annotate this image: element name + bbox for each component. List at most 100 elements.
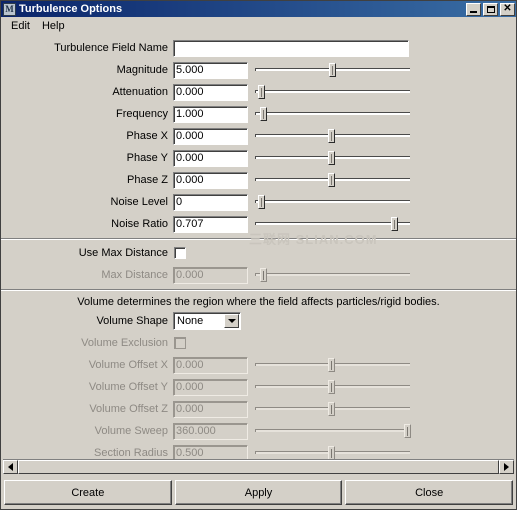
volume-note: Volume determines the region where the f… bbox=[77, 296, 440, 308]
volume-shape-value: None bbox=[177, 315, 204, 327]
slider-handle[interactable] bbox=[327, 172, 335, 187]
menu-item-help[interactable]: Help bbox=[38, 19, 73, 33]
horizontal-scrollbar[interactable] bbox=[3, 459, 514, 474]
slider-track bbox=[255, 199, 410, 203]
close-dialog-button[interactable]: Close bbox=[345, 480, 514, 505]
slider-handle bbox=[327, 357, 335, 372]
options-form: Turbulence Field Name Magnitude 5.000 Atte… bbox=[1, 34, 516, 464]
attribute-row: Phase Z 0.000 bbox=[1, 169, 516, 191]
attribute-slider bbox=[255, 379, 410, 396]
slider-handle[interactable] bbox=[327, 128, 335, 143]
slider-handle[interactable] bbox=[259, 106, 267, 121]
attribute-label: Noise Ratio bbox=[111, 218, 168, 230]
close-button[interactable]: ✕ bbox=[500, 2, 515, 16]
scroll-right-icon[interactable] bbox=[499, 460, 514, 474]
attribute-value-input[interactable]: 0.000 bbox=[173, 127, 248, 145]
slider-track bbox=[255, 89, 410, 93]
attribute-slider[interactable] bbox=[255, 172, 410, 189]
attribute-value-input[interactable]: 0.000 bbox=[173, 171, 248, 189]
slider-handle[interactable] bbox=[258, 194, 266, 209]
slider-track bbox=[255, 428, 410, 432]
slider-handle[interactable] bbox=[327, 150, 335, 165]
attribute-row: Noise Level 0 bbox=[1, 191, 516, 213]
maya-icon: M bbox=[3, 2, 16, 16]
title-bar[interactable]: M Turbulence Options ✕ bbox=[1, 1, 516, 17]
slider-track bbox=[255, 221, 410, 225]
slider-handle[interactable] bbox=[258, 84, 266, 99]
use-max-distance-checkbox[interactable] bbox=[174, 247, 186, 259]
slider-track bbox=[255, 272, 410, 276]
create-button[interactable]: Create bbox=[4, 480, 172, 505]
attribute-label: Volume Offset X bbox=[88, 359, 168, 371]
slider-handle bbox=[327, 379, 335, 394]
volume-shape-row: Volume Shape None bbox=[1, 310, 516, 332]
volume-exclusion-label: Volume Exclusion bbox=[81, 337, 168, 349]
attribute-row: Frequency 1.000 bbox=[1, 103, 516, 125]
field-name-row: Turbulence Field Name bbox=[1, 37, 516, 59]
volume-exclusion-checkbox[interactable] bbox=[174, 337, 186, 349]
menu-bar: Edit Help bbox=[1, 17, 516, 34]
attribute-slider bbox=[255, 401, 410, 418]
max-distance-row: Max Distance 0.000 bbox=[1, 264, 516, 286]
attribute-label: Volume Offset Y bbox=[88, 381, 168, 393]
attribute-row: Noise Ratio 0.707 bbox=[1, 213, 516, 235]
scroll-left-icon[interactable] bbox=[3, 460, 18, 474]
volume-shape-dropdown[interactable]: None bbox=[173, 312, 241, 330]
use-max-distance-row: Use Max Distance bbox=[1, 242, 516, 264]
volume-exclusion-row: Volume Exclusion bbox=[1, 332, 516, 354]
attribute-row: Volume Offset Z 0.000 bbox=[1, 398, 516, 420]
attribute-label: Phase Y bbox=[126, 152, 168, 164]
attribute-value-input[interactable]: 5.000 bbox=[173, 61, 248, 79]
attribute-row: Volume Offset Y 0.000 bbox=[1, 376, 516, 398]
attribute-label: Max Distance bbox=[101, 269, 168, 281]
attribute-row: Volume Sweep 360.000 bbox=[1, 420, 516, 442]
slider-handle[interactable] bbox=[329, 62, 337, 77]
turbulence-options-window: M Turbulence Options ✕ Edit Help Turbule… bbox=[0, 0, 517, 510]
attribute-row: Phase X 0.000 bbox=[1, 125, 516, 147]
attribute-slider[interactable] bbox=[255, 106, 410, 123]
slider-handle[interactable] bbox=[391, 216, 399, 231]
attribute-slider bbox=[255, 267, 410, 284]
attribute-value-input[interactable]: 0.000 bbox=[173, 149, 248, 167]
attribute-label: Noise Level bbox=[110, 196, 168, 208]
attribute-row: Volume Offset X 0.000 bbox=[1, 354, 516, 376]
attribute-label: Phase X bbox=[126, 130, 168, 142]
turbulence-field-name-input[interactable] bbox=[173, 39, 409, 57]
attribute-row: Phase Y 0.000 bbox=[1, 147, 516, 169]
attribute-label: Volume Sweep bbox=[94, 425, 168, 437]
attribute-value-input: 0.000 bbox=[173, 356, 248, 374]
attribute-value-input[interactable]: 0 bbox=[173, 193, 248, 211]
maximize-button[interactable] bbox=[483, 2, 498, 16]
attribute-slider[interactable] bbox=[255, 150, 410, 167]
menu-item-edit[interactable]: Edit bbox=[7, 19, 38, 33]
attribute-slider[interactable] bbox=[255, 216, 410, 233]
slider-handle bbox=[259, 267, 267, 282]
scrollbar-thumb[interactable] bbox=[18, 460, 499, 474]
attribute-slider bbox=[255, 357, 410, 374]
attribute-slider[interactable] bbox=[255, 194, 410, 211]
attribute-value-input[interactable]: 0.000 bbox=[173, 83, 248, 101]
slider-handle bbox=[327, 445, 335, 460]
attribute-slider[interactable] bbox=[255, 62, 410, 79]
dialog-buttons: Create Apply Close bbox=[4, 480, 514, 505]
apply-button[interactable]: Apply bbox=[174, 480, 343, 505]
slider-handle bbox=[403, 423, 411, 438]
attribute-value-input[interactable]: 1.000 bbox=[173, 105, 248, 123]
attribute-value-input: 360.000 bbox=[173, 422, 248, 440]
attribute-label: Attenuation bbox=[112, 86, 168, 98]
volume-shape-label: Volume Shape bbox=[96, 315, 168, 327]
window-title: Turbulence Options bbox=[19, 3, 123, 15]
chevron-down-icon[interactable] bbox=[224, 314, 239, 328]
attribute-slider[interactable] bbox=[255, 84, 410, 101]
attribute-row: Magnitude 5.000 bbox=[1, 59, 516, 81]
section-divider-1 bbox=[1, 238, 516, 240]
attribute-label: Phase Z bbox=[127, 174, 168, 186]
section-divider-2 bbox=[1, 289, 516, 291]
use-max-distance-label: Use Max Distance bbox=[78, 247, 168, 259]
attribute-label: Section Radius bbox=[94, 447, 168, 459]
attribute-label: Magnitude bbox=[116, 64, 168, 76]
minimize-button[interactable] bbox=[466, 2, 481, 16]
attribute-value-input[interactable]: 0.707 bbox=[173, 215, 248, 233]
attribute-slider[interactable] bbox=[255, 128, 410, 145]
slider-handle bbox=[327, 401, 335, 416]
